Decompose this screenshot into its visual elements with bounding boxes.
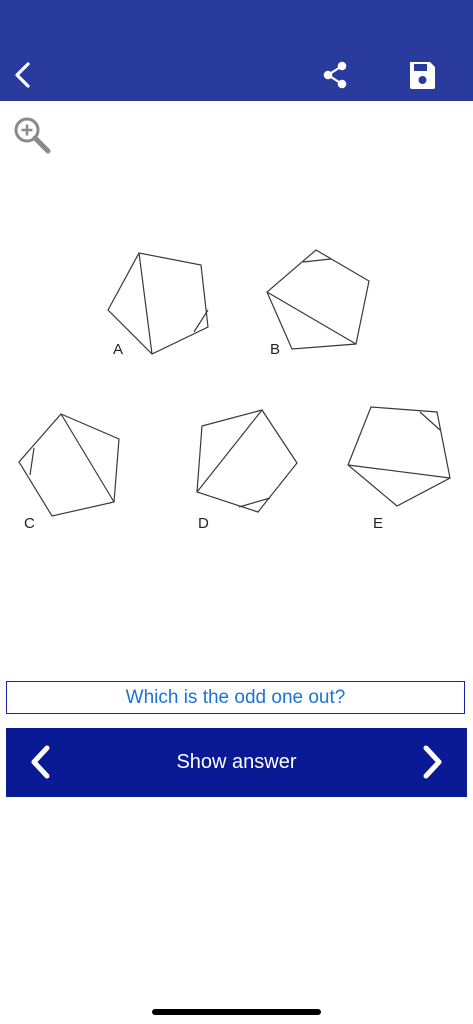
puzzle-figure: A B C D E	[18, 249, 451, 532]
option-c-shape	[18, 413, 120, 517]
option-label-a: A	[113, 341, 123, 358]
show-answer-button[interactable]: Show answer	[106, 728, 367, 797]
option-d-shape	[196, 409, 298, 513]
option-label-d: D	[198, 515, 209, 532]
share-icon[interactable]	[318, 58, 352, 92]
option-b-shape	[266, 249, 370, 350]
option-label-e: E	[373, 515, 383, 532]
previous-question-icon[interactable]	[24, 742, 58, 782]
zoom-in-icon[interactable]	[10, 113, 54, 157]
question-text: Which is the odd one out?	[125, 686, 346, 708]
next-question-icon[interactable]	[415, 742, 449, 782]
home-indicator	[152, 1009, 321, 1015]
option-e-shape	[347, 406, 451, 507]
top-app-bar	[0, 0, 473, 101]
question-box: Which is the odd one out?	[6, 681, 465, 714]
option-label-b: B	[270, 341, 280, 358]
save-icon[interactable]	[404, 58, 440, 92]
show-answer-label: Show answer	[176, 751, 297, 773]
option-label-c: C	[24, 515, 35, 532]
answer-navigation-bar: Show answer	[6, 728, 467, 797]
back-chevron-icon[interactable]	[8, 58, 38, 92]
option-a-shape	[107, 252, 209, 355]
